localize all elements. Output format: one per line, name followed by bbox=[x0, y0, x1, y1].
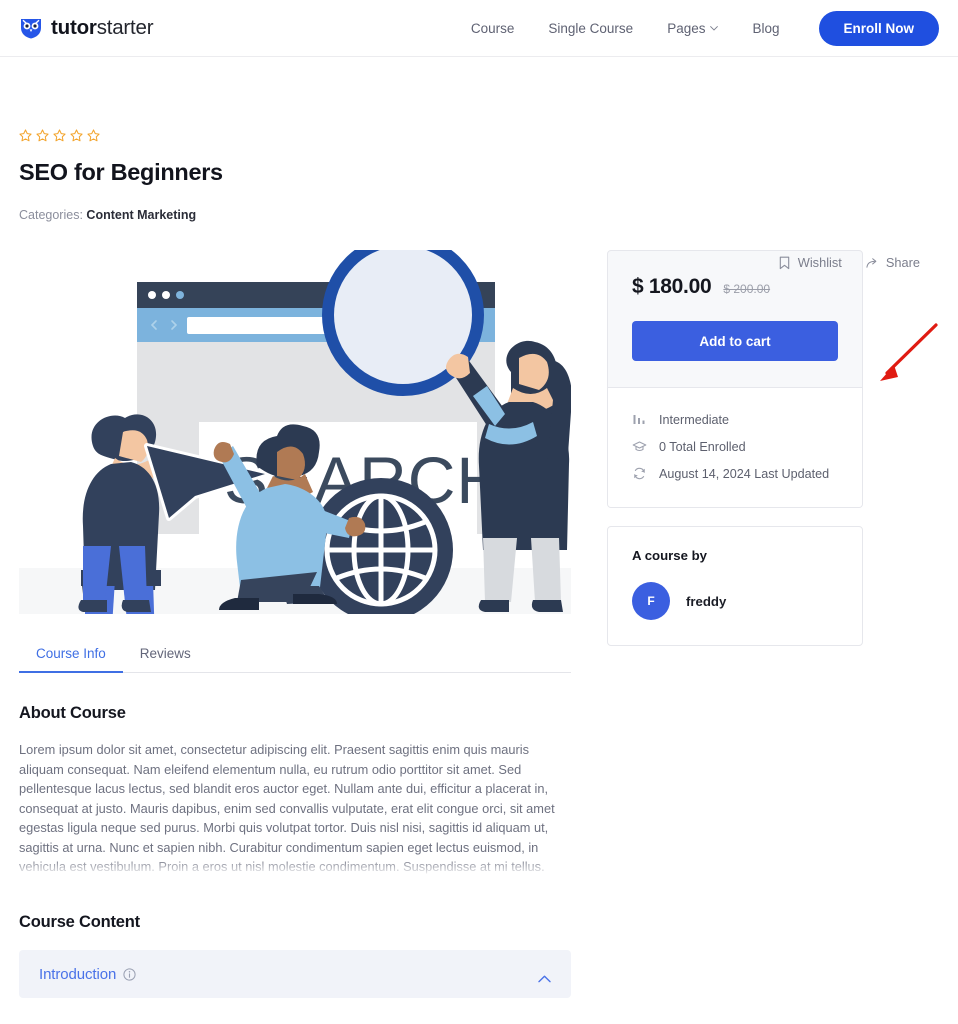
nav-item-blog[interactable]: Blog bbox=[735, 21, 796, 36]
site-header: tutorstarter Course Single Course Pages … bbox=[0, 0, 958, 57]
star-icon[interactable] bbox=[36, 129, 49, 142]
course-hero-illustration: SEARCH bbox=[19, 250, 571, 614]
enroll-now-button[interactable]: Enroll Now bbox=[818, 10, 939, 46]
current-price: $ 180.00 bbox=[632, 275, 712, 298]
brand-text: tutorstarter bbox=[51, 16, 154, 40]
star-icon[interactable] bbox=[87, 129, 100, 142]
nav-item-blog-label: Blog bbox=[752, 20, 780, 36]
price-card-top: $ 180.00 $ 200.00 Add to cart bbox=[608, 251, 862, 387]
add-to-cart-button[interactable]: Add to cart bbox=[632, 321, 838, 361]
about-course-text: Lorem ipsum dolor sit amet, consectetur … bbox=[19, 742, 555, 874]
graduation-cap-icon bbox=[632, 439, 647, 454]
avatar: F bbox=[632, 582, 670, 620]
star-icon[interactable] bbox=[53, 129, 66, 142]
content-wrapper: SEO for Beginners Categories: Content Ma… bbox=[19, 57, 939, 998]
categories-line: Categories: Content Marketing bbox=[19, 208, 939, 222]
level-bars-icon bbox=[632, 412, 647, 427]
page-title: SEO for Beginners bbox=[19, 159, 223, 185]
category-link[interactable]: Content Marketing bbox=[86, 208, 196, 222]
bookmark-icon bbox=[778, 256, 791, 270]
meta-enrolled-label: 0 Total Enrolled bbox=[659, 439, 746, 454]
topic-label: Introduction bbox=[39, 965, 117, 983]
nav-item-course-label: Course bbox=[470, 20, 515, 36]
nav-item-course[interactable]: Course bbox=[454, 21, 532, 36]
meta-item-updated: August 14, 2024 Last Updated bbox=[632, 460, 838, 487]
course-content-heading: Course Content bbox=[19, 913, 140, 931]
about-course-wrapper: Lorem ipsum dolor sit amet, consectetur … bbox=[19, 740, 571, 876]
author-row[interactable]: F freddy bbox=[632, 582, 838, 620]
rating-stars[interactable] bbox=[19, 129, 939, 142]
chevron-up-icon[interactable] bbox=[538, 970, 551, 983]
star-icon[interactable] bbox=[70, 129, 83, 142]
share-label: Share bbox=[885, 255, 920, 270]
nav-item-pages-label: Pages bbox=[667, 20, 706, 36]
page-body: SEO for Beginners Categories: Content Ma… bbox=[0, 57, 958, 998]
course-header: SEO for Beginners Categories: Content Ma… bbox=[19, 57, 939, 222]
course-topic-introduction[interactable]: Introduction bbox=[19, 950, 571, 998]
chevron-down-icon bbox=[710, 25, 719, 31]
course-head-actions: Wishlist Share bbox=[778, 255, 920, 270]
price-card: $ 180.00 $ 200.00 Add to cart Intermedia… bbox=[607, 250, 863, 508]
nav-item-pages[interactable]: Pages bbox=[650, 21, 735, 36]
star-icon[interactable] bbox=[19, 129, 32, 142]
wishlist-button[interactable]: Wishlist bbox=[778, 255, 842, 270]
course-tabs: Course Info Reviews bbox=[19, 638, 571, 673]
original-price: $ 200.00 bbox=[723, 282, 771, 296]
wishlist-label: Wishlist bbox=[797, 255, 842, 270]
course-sidebar: $ 180.00 $ 200.00 Add to cart Intermedia… bbox=[607, 250, 863, 646]
meta-level-label: Intermediate bbox=[659, 412, 730, 427]
main-nav: Course Single Course Pages Blog Enroll N… bbox=[454, 10, 939, 46]
nav-item-single-course[interactable]: Single Course bbox=[531, 21, 650, 36]
author-name[interactable]: freddy bbox=[686, 594, 726, 609]
course-main-column: SEARCH bbox=[19, 250, 571, 998]
tab-reviews[interactable]: Reviews bbox=[123, 638, 208, 672]
about-course-heading: About Course bbox=[19, 704, 126, 722]
share-arrow-icon bbox=[866, 256, 879, 270]
categories-label: Categories: bbox=[19, 208, 83, 222]
tab-course-info[interactable]: Course Info bbox=[19, 638, 123, 673]
owl-shield-icon bbox=[19, 17, 43, 39]
about-text-fade bbox=[19, 858, 571, 876]
refresh-icon bbox=[632, 466, 647, 481]
brand-text-light: starter bbox=[96, 16, 154, 39]
info-circle-icon[interactable] bbox=[116, 967, 136, 981]
course-meta-list: Intermediate 0 Total Enrolled August 14,… bbox=[608, 387, 862, 507]
share-button[interactable]: Share bbox=[866, 255, 920, 270]
nav-item-single-course-label: Single Course bbox=[548, 20, 634, 36]
meta-item-enrolled: 0 Total Enrolled bbox=[632, 433, 838, 460]
brand-text-bold: tutor bbox=[51, 16, 97, 39]
price-row: $ 180.00 $ 200.00 bbox=[632, 275, 838, 299]
meta-item-level: Intermediate bbox=[632, 406, 838, 433]
meta-updated-label: August 14, 2024 Last Updated bbox=[659, 466, 830, 481]
course-body-grid: SEARCH bbox=[19, 250, 939, 998]
author-card-label: A course by bbox=[632, 548, 707, 563]
brand-logo[interactable]: tutorstarter bbox=[19, 16, 154, 40]
author-card: A course by F freddy bbox=[607, 526, 863, 646]
